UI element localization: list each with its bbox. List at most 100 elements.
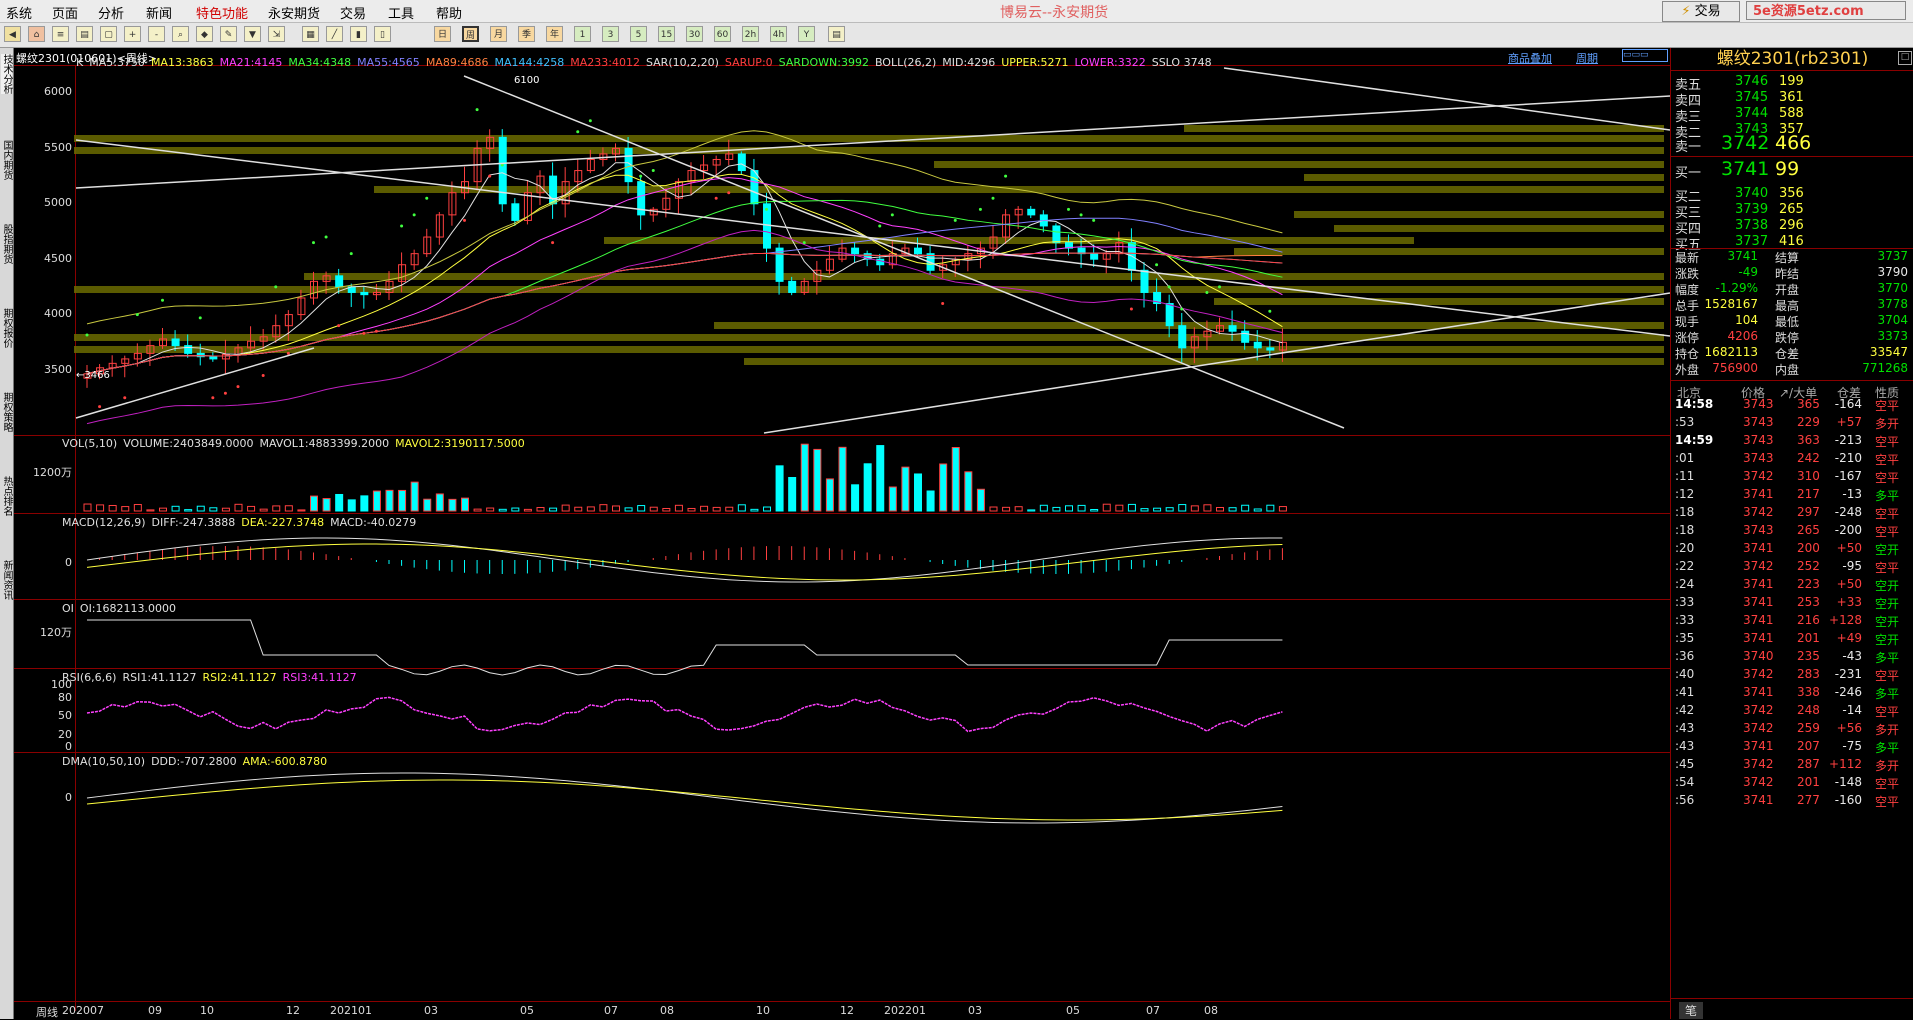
period-4h[interactable]: 4h xyxy=(770,26,787,42)
period-custom[interactable]: Y xyxy=(798,26,815,42)
period-3m[interactable]: 3 xyxy=(602,26,619,42)
volume-bar xyxy=(1014,506,1023,512)
book-volume: 199 xyxy=(1779,74,1804,89)
book-price: 3737 xyxy=(1735,234,1769,249)
candle-body xyxy=(1165,303,1174,327)
sar-dot xyxy=(890,213,894,217)
price-band xyxy=(1334,225,1664,232)
period-30m[interactable]: 30 xyxy=(686,26,703,42)
volume-bar xyxy=(964,471,973,512)
chart-area[interactable]: 螺纹2301(010601)<周线> 商品叠加 周期 ▭▭▭ K MA5:3750… xyxy=(14,48,1670,1019)
menu-analysis[interactable]: 分析 xyxy=(98,3,124,22)
period-month[interactable]: 月 xyxy=(490,26,507,42)
candle-body xyxy=(360,291,369,296)
menu-yongan[interactable]: 永安期货 xyxy=(268,3,320,22)
volume-bar xyxy=(1165,507,1174,512)
tab-news[interactable]: 新闻资讯 xyxy=(1,560,12,600)
tick-nature: 空平 xyxy=(1875,669,1900,683)
menu-tools[interactable]: 工具 xyxy=(388,3,414,22)
doc-icon[interactable]: ▢ xyxy=(100,26,117,42)
tick-price: 3742 xyxy=(1743,721,1774,735)
sar-dot xyxy=(953,218,957,222)
tick-nature: 空开 xyxy=(1875,597,1900,611)
back-icon[interactable]: ◀ xyxy=(4,26,21,42)
menu-page[interactable]: 页面 xyxy=(52,3,78,22)
tab-option-strategy[interactable]: 期权策略 xyxy=(1,392,12,432)
tab-option-quotes[interactable]: 期权报价 xyxy=(1,308,12,348)
period-day[interactable]: 日 xyxy=(434,26,451,42)
tick-row: :53 3743 229 +57 多开 xyxy=(1671,414,1913,432)
sar-dot xyxy=(123,396,127,400)
book-volume: 466 xyxy=(1775,132,1812,154)
book-price: 3742 xyxy=(1721,132,1770,154)
expand-icon[interactable]: ⇲ xyxy=(268,26,285,42)
tag-icon[interactable]: ◆ xyxy=(196,26,213,42)
menu-news[interactable]: 新闻 xyxy=(146,3,172,22)
period-quarter[interactable]: 季 xyxy=(518,26,535,42)
price-band xyxy=(1184,125,1664,132)
book-price: 3738 xyxy=(1735,218,1769,233)
trade-button[interactable]: ⚡ 交易 xyxy=(1662,1,1740,22)
candle-body xyxy=(1228,325,1237,332)
candle-icon[interactable]: ▯ xyxy=(374,26,391,42)
tick-nature: 多平 xyxy=(1875,489,1900,503)
sar-dot xyxy=(588,119,592,123)
period-5m[interactable]: 5 xyxy=(630,26,647,42)
tab-index-futures[interactable]: 股指期货 xyxy=(1,224,12,264)
period-60m[interactable]: 60 xyxy=(714,26,731,42)
filter-icon[interactable]: ▼ xyxy=(244,26,261,42)
book-price: 3745 xyxy=(1735,90,1769,105)
tick-nature: 多开 xyxy=(1875,417,1900,431)
sar-dot xyxy=(211,396,215,400)
volume-bar xyxy=(335,493,344,512)
chart-icon[interactable]: ▤ xyxy=(76,26,93,42)
bar-icon[interactable]: ▮ xyxy=(350,26,367,42)
search-icon[interactable]: ⌕ xyxy=(172,26,189,42)
tab-domestic-futures[interactable]: 国内期货 xyxy=(1,140,12,180)
sar-dot xyxy=(1218,285,1221,289)
list-icon[interactable]: ≡ xyxy=(52,26,69,42)
period-week[interactable]: 周 xyxy=(462,26,479,42)
menu-system[interactable]: 系统 xyxy=(6,3,32,22)
tick-volume: 265 xyxy=(1797,523,1820,537)
period-1m[interactable]: 1 xyxy=(574,26,591,42)
tick-nature: 空平 xyxy=(1875,795,1900,809)
watermark: 5e资源5etz.com xyxy=(1746,1,1906,20)
home-icon[interactable]: ⌂ xyxy=(28,26,45,42)
stat-row: 总手 1528167 最高 3778 xyxy=(1671,296,1913,313)
sar-dot xyxy=(349,252,353,256)
maximize-icon[interactable]: □ xyxy=(1898,51,1912,65)
volume-bar xyxy=(1115,504,1124,512)
period-year[interactable]: 年 xyxy=(546,26,563,42)
menu-help[interactable]: 帮助 xyxy=(436,3,462,22)
tab-technical[interactable]: 技术分析 xyxy=(1,54,12,94)
menu-trade[interactable]: 交易 xyxy=(340,3,366,22)
menu-features[interactable]: 特色功能 xyxy=(196,3,248,22)
period-15m[interactable]: 15 xyxy=(658,26,675,42)
tick-price: 3741 xyxy=(1743,577,1774,591)
table-icon[interactable]: ▦ xyxy=(302,26,319,42)
zoom-in-icon[interactable]: + xyxy=(124,26,141,42)
sar-dot xyxy=(286,351,290,355)
tick-volume: 253 xyxy=(1797,595,1820,609)
tick-time: :22 xyxy=(1675,559,1695,573)
zoom-out-icon[interactable]: - xyxy=(148,26,165,42)
line-icon[interactable]: ╱ xyxy=(326,26,343,42)
tick-nature: 空平 xyxy=(1875,453,1900,467)
volume-bar xyxy=(108,504,117,512)
tab-hot-rank[interactable]: 热点排名 xyxy=(1,476,12,516)
tool-icon[interactable]: ✎ xyxy=(220,26,237,42)
sar-dot xyxy=(475,108,479,112)
book-volume: 265 xyxy=(1779,202,1804,217)
period-2h[interactable]: 2h xyxy=(742,26,759,42)
tick-time: :35 xyxy=(1675,631,1695,645)
contract-title: 螺纹2301(rb2301) xyxy=(1671,48,1913,71)
tab-trades[interactable]: 笔 xyxy=(1679,1002,1704,1019)
tick-volume: 207 xyxy=(1797,739,1820,753)
stat-row: 现手 104 最低 3704 xyxy=(1671,312,1913,329)
candle-body xyxy=(335,275,344,288)
volume-bar xyxy=(511,507,520,512)
stat-value: 1528167 xyxy=(1704,297,1758,311)
price-band xyxy=(1234,248,1664,255)
calendar-icon[interactable]: ▤ xyxy=(828,26,845,42)
